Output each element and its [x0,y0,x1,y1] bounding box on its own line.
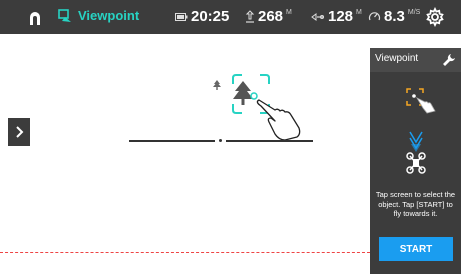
altitude-icon [245,9,255,23]
camera-view[interactable]: Viewpoint 20:25 268 M 128 M 8.3 M/S View… [0,0,461,274]
panel-header: Viewpoint [370,48,461,72]
panel-settings-button[interactable] [441,52,457,68]
altitude-readout: 268 M [245,8,292,25]
altitude-value: 268 [258,8,284,25]
settings-button[interactable] [425,6,445,28]
panel-title: Viewpoint [375,53,419,64]
tree-icon [233,81,253,105]
instructions-text: Tap screen to select the object. Tap [ST… [375,190,456,218]
horizon-line-right [226,140,313,142]
battery-icon [175,12,188,21]
battery-time: 20:25 [191,8,230,25]
horizon-center-dot [219,139,222,142]
drone-fly-illustration [402,130,430,176]
horizon-line-left [129,140,215,142]
viewpoint-mode-icon [58,8,71,22]
target-selection-hint [205,70,315,141]
chevron-right-icon [16,126,24,138]
altitude-unit: M [286,9,292,16]
obstacle-warning-line [0,252,370,253]
distance-unit: M [356,9,362,16]
select-target-illustration [399,84,443,114]
small-tree-icon [213,80,221,90]
expand-sidebar-button[interactable] [8,118,30,146]
distance-value: 128 [328,8,354,25]
mode-label: Viewpoint [78,8,140,23]
gear-icon [426,6,444,28]
speedometer-icon [368,12,381,21]
speed-unit: M/S [407,9,421,16]
distance-icon [311,12,324,21]
start-button[interactable]: START [379,237,453,261]
drone-icon [406,131,426,174]
flight-mode-indicator[interactable]: Viewpoint [58,8,139,23]
battery-time-readout: 20:25 [175,8,229,25]
speed-readout: 8.3 M/S [368,8,420,25]
speed-value: 8.3 [384,8,405,25]
wrench-icon [443,54,455,66]
viewpoint-panel: Viewpoint Tap screen to select the objec… [370,48,461,274]
home-button[interactable] [25,8,45,28]
status-bar: Viewpoint 20:25 268 M 128 M 8.3 M/S [0,0,461,34]
tap-hand-icon [256,99,301,141]
select-target-icon [406,88,436,114]
arch-home-icon [30,12,40,25]
distance-readout: 128 M [311,8,362,25]
